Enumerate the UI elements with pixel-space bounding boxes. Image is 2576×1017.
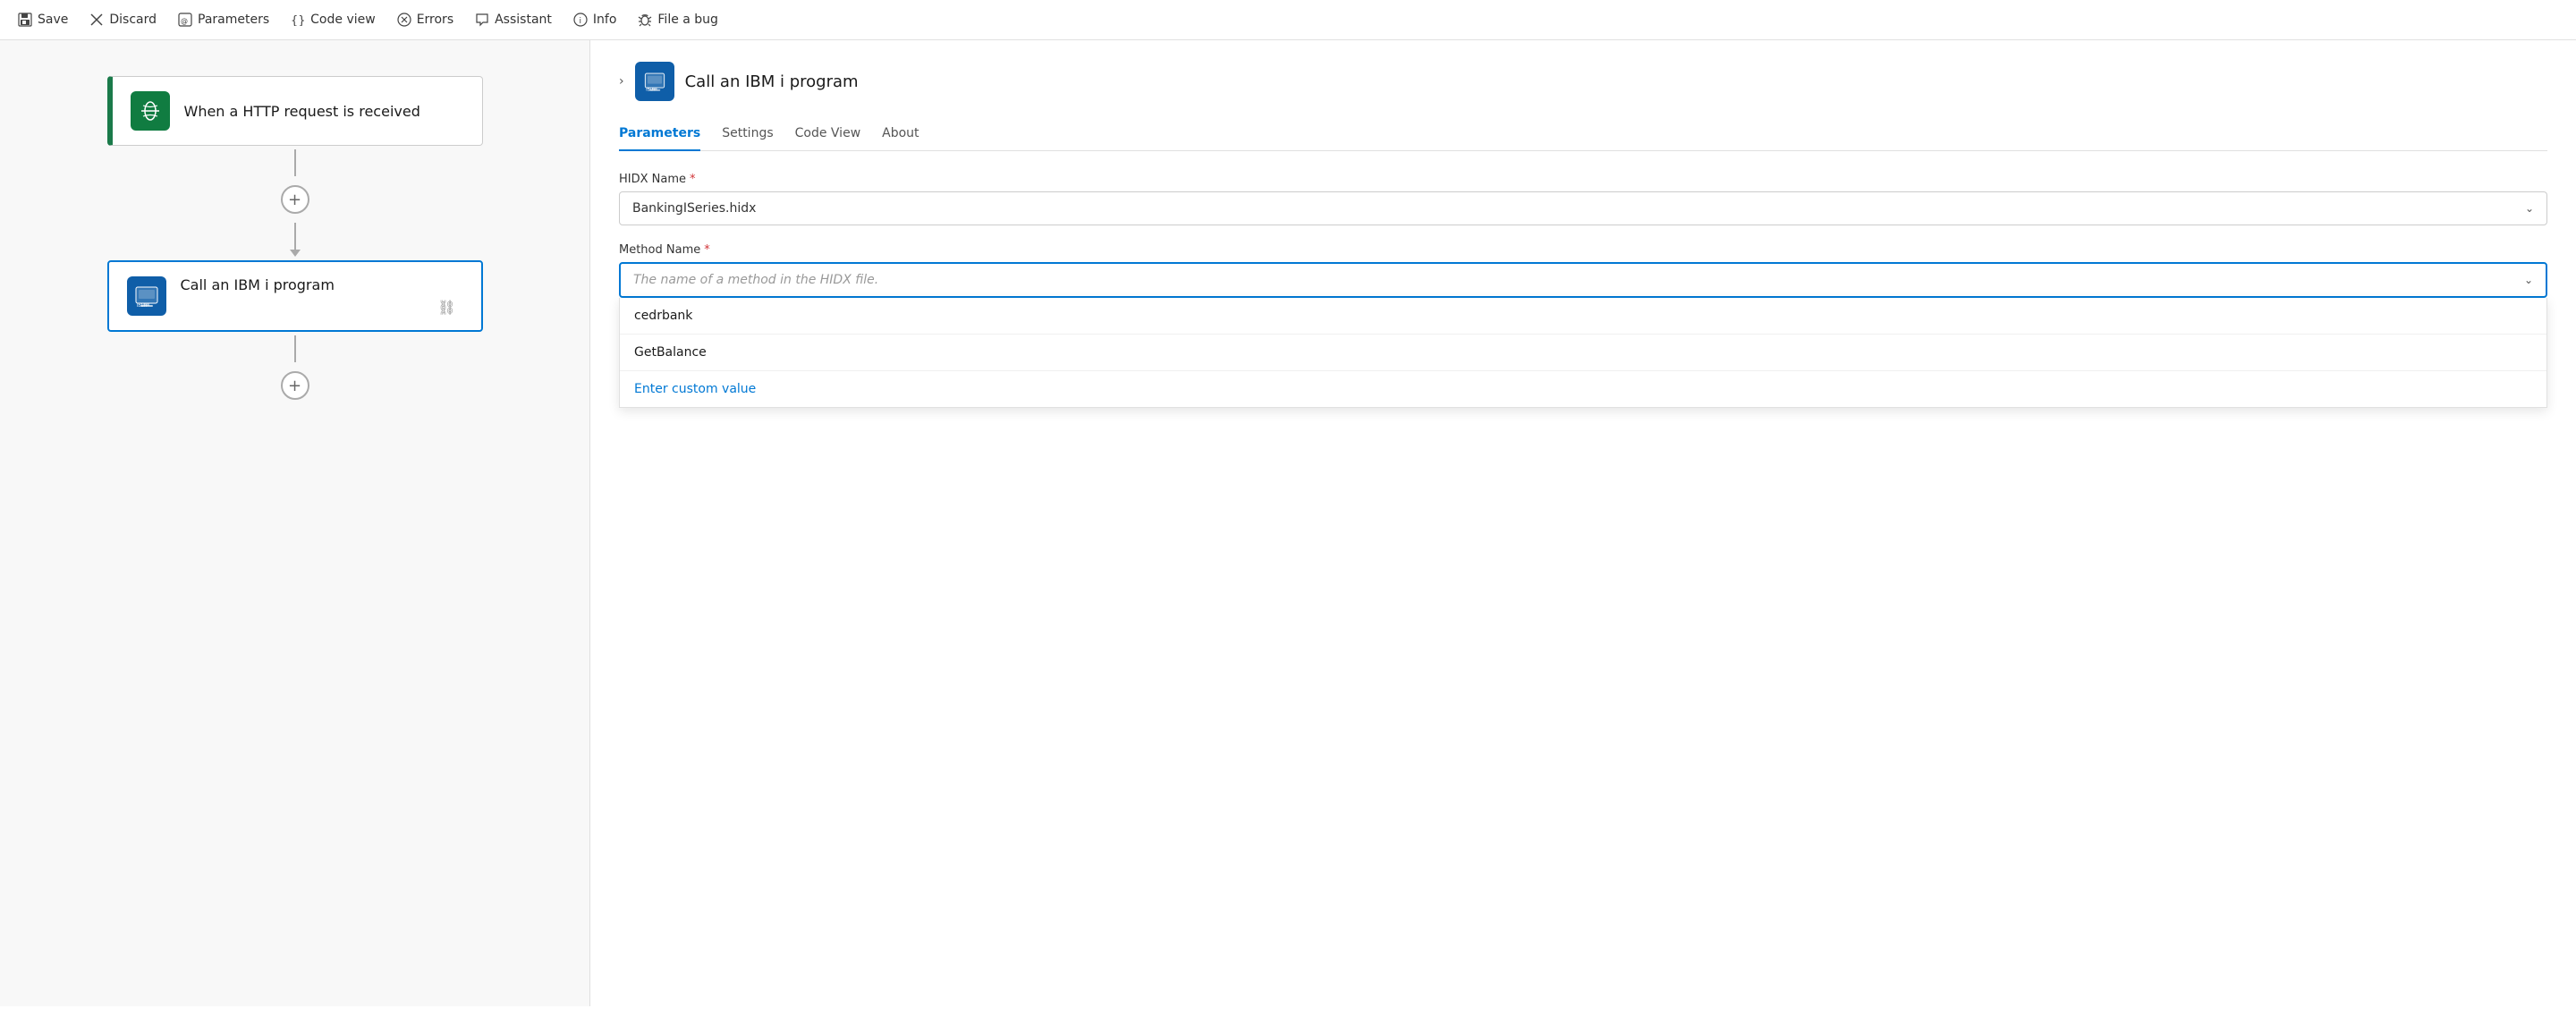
method-name-placeholder: The name of a method in the HIDX file. bbox=[633, 273, 878, 287]
code-view-icon: {} bbox=[291, 13, 305, 27]
action-panel: › IBM i Call an IBM i program Parameters… bbox=[590, 40, 2576, 1006]
info-label: Info bbox=[593, 13, 617, 27]
ibmi-node-footer: ⛓ bbox=[181, 293, 463, 316]
connector-line-2 bbox=[294, 223, 296, 250]
assistant-icon bbox=[475, 13, 489, 27]
panel-icon-box: IBM i bbox=[635, 62, 674, 101]
method-option-custom[interactable]: Enter custom value bbox=[620, 371, 2546, 407]
main-layout: When a HTTP request is received + IBM i bbox=[0, 40, 2576, 1006]
errors-button[interactable]: Errors bbox=[397, 9, 453, 30]
panel-header: › IBM i Call an IBM i program bbox=[619, 62, 2547, 101]
hidx-chevron-icon: ⌄ bbox=[2525, 202, 2534, 215]
panel-expand-icon[interactable]: › bbox=[619, 74, 624, 89]
ibmi-action-node[interactable]: IBM i Call an IBM i program ⛓ bbox=[107, 260, 483, 332]
http-trigger-node[interactable]: When a HTTP request is received bbox=[107, 76, 483, 146]
panel-title: Call an IBM i program bbox=[685, 72, 859, 91]
method-name-label: Method Name * bbox=[619, 243, 2547, 257]
method-required-star: * bbox=[704, 243, 710, 257]
method-name-dropdown[interactable]: The name of a method in the HIDX file. ⌄ bbox=[619, 262, 2547, 298]
connector-1 bbox=[294, 149, 296, 176]
save-label: Save bbox=[38, 13, 68, 27]
discard-label: Discard bbox=[109, 13, 157, 27]
http-trigger-icon-box bbox=[131, 91, 170, 131]
method-option-getbalance[interactable]: GetBalance bbox=[620, 335, 2546, 371]
workflow-canvas: When a HTTP request is received + IBM i bbox=[0, 40, 590, 1006]
hidx-name-label: HIDX Name * bbox=[619, 173, 2547, 186]
svg-text:{}: {} bbox=[291, 14, 305, 26]
ibmi-icon-box: IBM i bbox=[127, 276, 166, 316]
info-icon: i bbox=[573, 13, 588, 27]
ibmi-node-content: Call an IBM i program ⛓ bbox=[181, 276, 463, 316]
parameters-icon: @ bbox=[178, 13, 192, 27]
file-bug-icon bbox=[638, 13, 652, 27]
connector-arrow-1 bbox=[290, 250, 301, 257]
panel-tabs: Parameters Settings Code View About bbox=[619, 119, 2547, 151]
assistant-label: Assistant bbox=[495, 13, 552, 27]
info-button[interactable]: i Info bbox=[573, 9, 617, 30]
method-name-field-group: Method Name * The name of a method in th… bbox=[619, 243, 2547, 408]
link-icon: ⛓ bbox=[437, 299, 455, 316]
svg-text:IBM i: IBM i bbox=[646, 88, 655, 92]
tab-about[interactable]: About bbox=[882, 119, 919, 151]
svg-text:@: @ bbox=[181, 17, 188, 25]
toolbar: Save Discard @ Parameters {} Code view bbox=[0, 0, 2576, 40]
hidx-required-star: * bbox=[690, 173, 696, 186]
connector-line-3 bbox=[294, 335, 296, 362]
connector-2 bbox=[290, 223, 301, 257]
hidx-name-field-group: HIDX Name * BankingISeries.hidx ⌄ bbox=[619, 173, 2547, 225]
discard-icon bbox=[89, 13, 104, 27]
tab-parameters[interactable]: Parameters bbox=[619, 119, 700, 151]
tab-code-view[interactable]: Code View bbox=[795, 119, 861, 151]
add-step-button-2[interactable]: + bbox=[281, 371, 309, 400]
parameters-button[interactable]: @ Parameters bbox=[178, 9, 269, 30]
method-chevron-icon: ⌄ bbox=[2524, 274, 2533, 286]
code-view-button[interactable]: {} Code view bbox=[291, 9, 376, 30]
file-bug-button[interactable]: File a bug bbox=[638, 9, 718, 30]
code-view-label: Code view bbox=[310, 13, 376, 27]
connector-3 bbox=[294, 335, 296, 362]
save-icon bbox=[18, 13, 32, 27]
ibmi-action-title: Call an IBM i program bbox=[181, 276, 463, 293]
add-step-button-1[interactable]: + bbox=[281, 185, 309, 214]
svg-text:i: i bbox=[579, 17, 581, 26]
method-name-dropdown-menu: cedrbank GetBalance Enter custom value bbox=[619, 298, 2547, 408]
parameters-label: Parameters bbox=[198, 13, 269, 27]
connector-line-1 bbox=[294, 149, 296, 176]
method-option-cedrbank[interactable]: cedrbank bbox=[620, 298, 2546, 335]
errors-icon bbox=[397, 13, 411, 27]
svg-text:IBM i: IBM i bbox=[137, 303, 147, 309]
save-button[interactable]: Save bbox=[18, 9, 68, 30]
hidx-name-dropdown[interactable]: BankingISeries.hidx ⌄ bbox=[619, 191, 2547, 225]
http-trigger-title: When a HTTP request is received bbox=[184, 103, 420, 120]
tab-settings[interactable]: Settings bbox=[722, 119, 773, 151]
errors-label: Errors bbox=[417, 13, 453, 27]
assistant-button[interactable]: Assistant bbox=[475, 9, 552, 30]
hidx-name-value: BankingISeries.hidx bbox=[632, 201, 756, 216]
file-bug-label: File a bug bbox=[657, 13, 718, 27]
discard-button[interactable]: Discard bbox=[89, 9, 157, 30]
